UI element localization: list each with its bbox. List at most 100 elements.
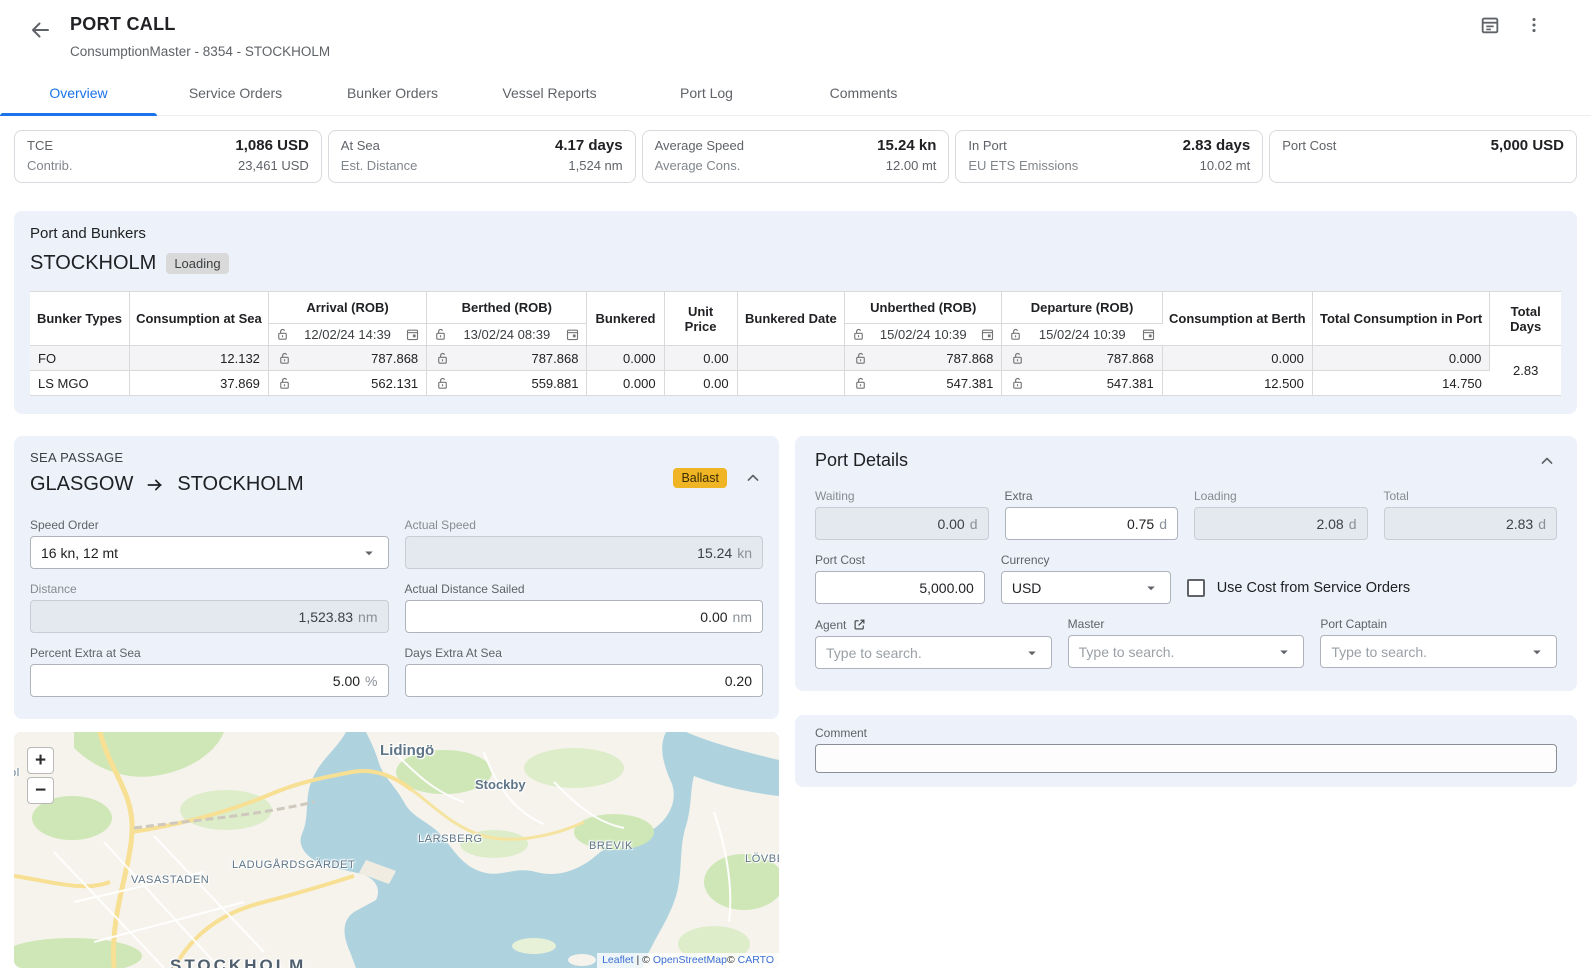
- tab-port-log[interactable]: Port Log: [628, 73, 785, 115]
- lock-icon[interactable]: [853, 376, 868, 391]
- agent-search-input[interactable]: [826, 645, 1015, 661]
- bunker-type: FO: [30, 346, 129, 371]
- departure-rob[interactable]: 787.868: [1025, 351, 1153, 366]
- map[interactable]: + − ol Lidingö Stockby LARSBERG LADUGÅRD…: [14, 732, 779, 968]
- berthed-rob[interactable]: 787.868: [450, 351, 578, 366]
- waiting-field: 0.00d: [815, 507, 989, 540]
- unberthed-rob[interactable]: 547.381: [868, 376, 993, 391]
- kpi-value: 10.02 mt: [1200, 156, 1251, 176]
- page-title: PORT CALL: [70, 14, 330, 35]
- col-header-departure-rob: Departure (ROB): [1002, 292, 1162, 324]
- field-label: Days Extra At Sea: [405, 646, 764, 660]
- actual-speed-field: 15.24 kn: [405, 536, 764, 569]
- lock-icon[interactable]: [1010, 351, 1025, 366]
- total-field-group: Total 2.83d: [1384, 489, 1558, 540]
- bunkered[interactable]: 0.000: [587, 371, 664, 396]
- zoom-in-button[interactable]: +: [27, 747, 54, 774]
- use-cost-checkbox[interactable]: [1187, 579, 1205, 597]
- lock-icon[interactable]: [433, 327, 448, 342]
- departure-datetime[interactable]: 15/02/24 10:39: [1027, 327, 1137, 342]
- unberthed-rob[interactable]: 787.868: [868, 351, 993, 366]
- lock-icon[interactable]: [1010, 376, 1025, 391]
- kpi-label: Contrib.: [27, 156, 73, 176]
- lock-icon[interactable]: [853, 351, 868, 366]
- sea-passage-card: SEA PASSAGE GLASGOW STOCKHOLM Ballast Sp…: [14, 436, 779, 719]
- tab-service-orders[interactable]: Service Orders: [157, 73, 314, 115]
- calendar-icon[interactable]: [1141, 327, 1156, 342]
- departure-rob[interactable]: 547.381: [1025, 376, 1153, 391]
- unit-suffix: nm: [733, 609, 752, 625]
- field-label: Total: [1384, 489, 1558, 503]
- comment-input[interactable]: [815, 744, 1557, 773]
- loading-value: 2.08: [1205, 516, 1344, 532]
- field-label: Waiting: [815, 489, 989, 503]
- arrival-date-cell: 12/02/24 14:39: [268, 324, 426, 346]
- unit-price[interactable]: 0.00: [664, 346, 737, 371]
- lock-icon[interactable]: [275, 327, 290, 342]
- openstreetmap-link[interactable]: OpenStreetMap: [653, 954, 727, 966]
- consumption-at-berth: 0.000: [1162, 346, 1312, 371]
- bunkered-date[interactable]: [737, 371, 845, 396]
- lock-icon[interactable]: [277, 351, 292, 366]
- tab-comments[interactable]: Comments: [785, 73, 942, 115]
- kpi-value: 4.17 days: [555, 136, 623, 156]
- map-label-lovberg: LÖVBER: [745, 853, 779, 865]
- port-cost-input[interactable]: 5,000.00: [815, 571, 985, 604]
- zoom-out-button[interactable]: −: [27, 777, 54, 804]
- calendar-icon[interactable]: [980, 327, 995, 342]
- calendar-icon[interactable]: [405, 327, 420, 342]
- lock-icon[interactable]: [435, 351, 450, 366]
- tab-overview[interactable]: Overview: [0, 73, 157, 115]
- currency-select[interactable]: USD: [1001, 571, 1171, 604]
- unberthed-datetime[interactable]: 15/02/24 10:39: [870, 327, 976, 342]
- field-label: Speed Order: [30, 518, 389, 532]
- lock-icon[interactable]: [277, 376, 292, 391]
- arrival-rob[interactable]: 787.868: [292, 351, 418, 366]
- section-title: Port Details: [815, 450, 908, 471]
- actual-distance-input[interactable]: 0.00 nm: [405, 600, 764, 633]
- berthed-datetime[interactable]: 13/02/24 08:39: [452, 327, 561, 342]
- chevron-up-icon[interactable]: [743, 468, 763, 488]
- agent-search[interactable]: [815, 636, 1052, 669]
- extra-field-group: Extra 0.75d: [1005, 489, 1179, 540]
- col-header-consumption-at-berth: Consumption at Berth: [1162, 292, 1312, 346]
- attribution-separator: ©: [727, 954, 738, 966]
- unberthed-date-cell: 15/02/24 10:39: [845, 324, 1002, 346]
- bunkered[interactable]: 0.000: [587, 346, 664, 371]
- arrival-datetime[interactable]: 12/02/24 14:39: [294, 327, 401, 342]
- waiting-value: 0.00: [826, 516, 965, 532]
- port-captain-search[interactable]: [1320, 635, 1557, 668]
- calendar-icon[interactable]: [565, 327, 580, 342]
- master-search-input[interactable]: [1079, 644, 1268, 660]
- attribution-separator: | ©: [634, 954, 653, 966]
- carto-link[interactable]: CARTO: [738, 954, 774, 966]
- extra-input[interactable]: 0.75d: [1005, 507, 1179, 540]
- chevron-up-icon[interactable]: [1537, 451, 1557, 471]
- back-arrow-icon[interactable]: [28, 18, 52, 42]
- days-extra-input[interactable]: 0.20: [405, 664, 764, 697]
- port-captain-search-input[interactable]: [1331, 644, 1520, 660]
- status-badge: Loading: [166, 253, 228, 274]
- speed-order-select[interactable]: 16 kn, 12 mt: [30, 536, 389, 569]
- consumption-at-sea: 37.869: [129, 371, 268, 396]
- tab-vessel-reports[interactable]: Vessel Reports: [471, 73, 628, 115]
- external-link-icon[interactable]: [852, 617, 867, 632]
- lock-icon[interactable]: [435, 376, 450, 391]
- master-search[interactable]: [1068, 635, 1305, 668]
- lock-icon[interactable]: [851, 327, 866, 342]
- tab-bunker-orders[interactable]: Bunker Orders: [314, 73, 471, 115]
- map-label-brevik: BREVIK: [589, 840, 633, 852]
- arrow-right-icon: [145, 475, 165, 495]
- chevron-down-icon: [1528, 643, 1546, 661]
- kebab-menu-icon[interactable]: [1523, 14, 1545, 36]
- berthed-rob[interactable]: 559.881: [450, 376, 578, 391]
- loading-field-group: Loading 2.08d: [1194, 489, 1368, 540]
- bunkered-date[interactable]: [737, 346, 845, 371]
- leaflet-link[interactable]: Leaflet: [602, 954, 634, 966]
- map-label-larsberg: LARSBERG: [418, 833, 483, 845]
- lock-icon[interactable]: [1008, 327, 1023, 342]
- percent-extra-input[interactable]: 5.00 %: [30, 664, 389, 697]
- event-note-icon[interactable]: [1479, 14, 1501, 36]
- unit-price[interactable]: 0.00: [664, 371, 737, 396]
- arrival-rob[interactable]: 562.131: [292, 376, 418, 391]
